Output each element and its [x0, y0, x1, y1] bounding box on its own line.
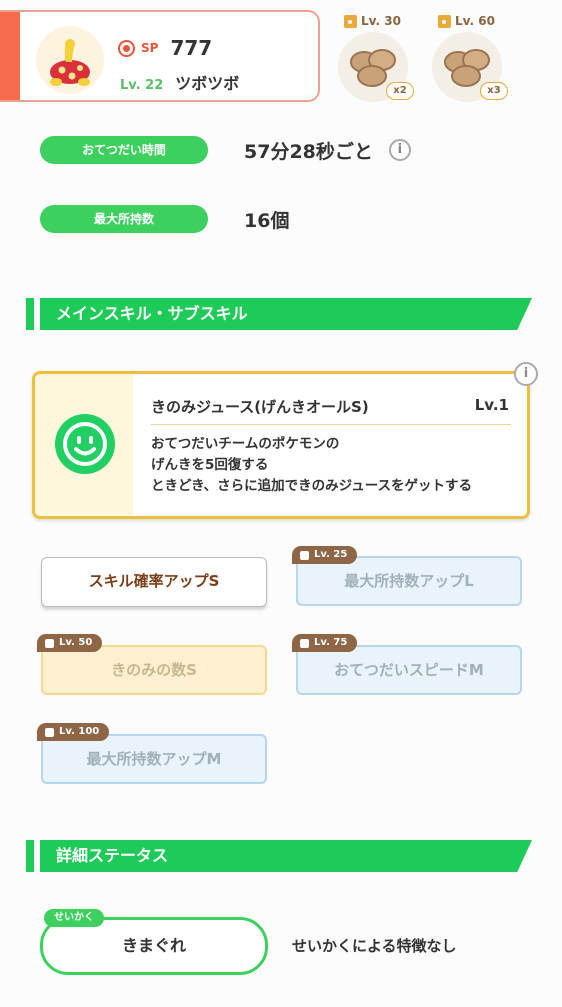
- unlock-level-tag: Lv. 100: [37, 723, 110, 741]
- sp-icon: [118, 39, 135, 57]
- section-title: メインスキル・サブスキル: [56, 304, 248, 323]
- sp-row: SP 777: [118, 36, 212, 60]
- lock-icon: [300, 550, 309, 560]
- ingredient-unlock-level: Lv. 30: [344, 14, 401, 28]
- lock-icon: [300, 638, 309, 648]
- card-accent-stripe: [0, 12, 20, 100]
- help-time-row: おてつだい時間 57分28秒ごと i: [40, 136, 411, 164]
- lock-icon: [438, 14, 451, 28]
- lock-icon: [45, 638, 54, 648]
- skill-info-icon[interactable]: i: [514, 362, 538, 386]
- ingredient-slot-lv60[interactable]: Lv. 60 x3: [428, 14, 508, 102]
- sub-skill-1[interactable]: スキル確率アップS: [41, 557, 267, 607]
- lock-icon: [344, 14, 357, 28]
- smile-icon: [55, 414, 115, 474]
- unlock-level-tag: Lv. 25: [292, 546, 358, 564]
- nature-effect: せいかくによる特徴なし: [292, 937, 457, 955]
- max-carry-row: 最大所持数 16個: [40, 205, 289, 233]
- sub-skill-5[interactable]: 最大所持数アップM: [41, 734, 267, 784]
- ingredient-slot-lv30[interactable]: Lv. 30 x2: [334, 14, 414, 102]
- ingredient-quantity: x2: [386, 82, 414, 100]
- ingredient-unlock-text: Lv. 30: [361, 14, 401, 28]
- pokemon-portrait: [36, 26, 104, 94]
- pokemon-card[interactable]: SP 777 Lv. 22 ツボツボ: [0, 10, 320, 102]
- max-carry-label: 最大所持数: [40, 205, 208, 233]
- sub-skill-4[interactable]: おてつだいスピードM: [296, 645, 522, 695]
- max-carry-value: 16個: [244, 209, 290, 232]
- section-title: 詳細ステータス: [56, 846, 169, 865]
- ingredient-quantity: x3: [480, 82, 508, 100]
- nature-tag: せいかく: [44, 909, 104, 927]
- main-skill-description: おてつだいチームのポケモンの げんきを5回復する ときどき、さらに追加できのみジ…: [151, 436, 473, 494]
- ingredient-unlock-text: Lv. 60: [455, 14, 495, 28]
- main-skill-name: きのみジュース(げんきオールS): [151, 398, 369, 416]
- divider: [151, 424, 511, 425]
- unlock-level-tag: Lv. 75: [292, 634, 358, 652]
- info-icon[interactable]: i: [388, 139, 411, 161]
- help-time-value: 57分28秒ごと: [244, 140, 373, 163]
- lock-icon: [45, 727, 54, 737]
- pokemon-level: Lv. 22: [120, 78, 164, 93]
- details-section-header: 詳細ステータス: [26, 840, 532, 872]
- sp-label: SP: [141, 41, 159, 55]
- help-time-label: おてつだい時間: [40, 136, 208, 164]
- skill-icon-area: [35, 374, 133, 516]
- main-skill-card[interactable]: きのみジュース(げんきオールS) Lv.1 おてつだいチームのポケモンの げんき…: [32, 371, 530, 519]
- sub-skill-3[interactable]: きのみの数S: [41, 645, 267, 695]
- sp-value: 777: [170, 36, 213, 60]
- main-skill-level: Lv.1: [474, 396, 509, 414]
- ingredient-unlock-level: Lv. 60: [438, 14, 495, 28]
- skills-section-header: メインスキル・サブスキル: [26, 298, 532, 330]
- level-name-row: Lv. 22 ツボツボ: [120, 70, 239, 94]
- pokemon-name: ツボツボ: [175, 74, 240, 93]
- unlock-level-tag: Lv. 50: [37, 634, 103, 652]
